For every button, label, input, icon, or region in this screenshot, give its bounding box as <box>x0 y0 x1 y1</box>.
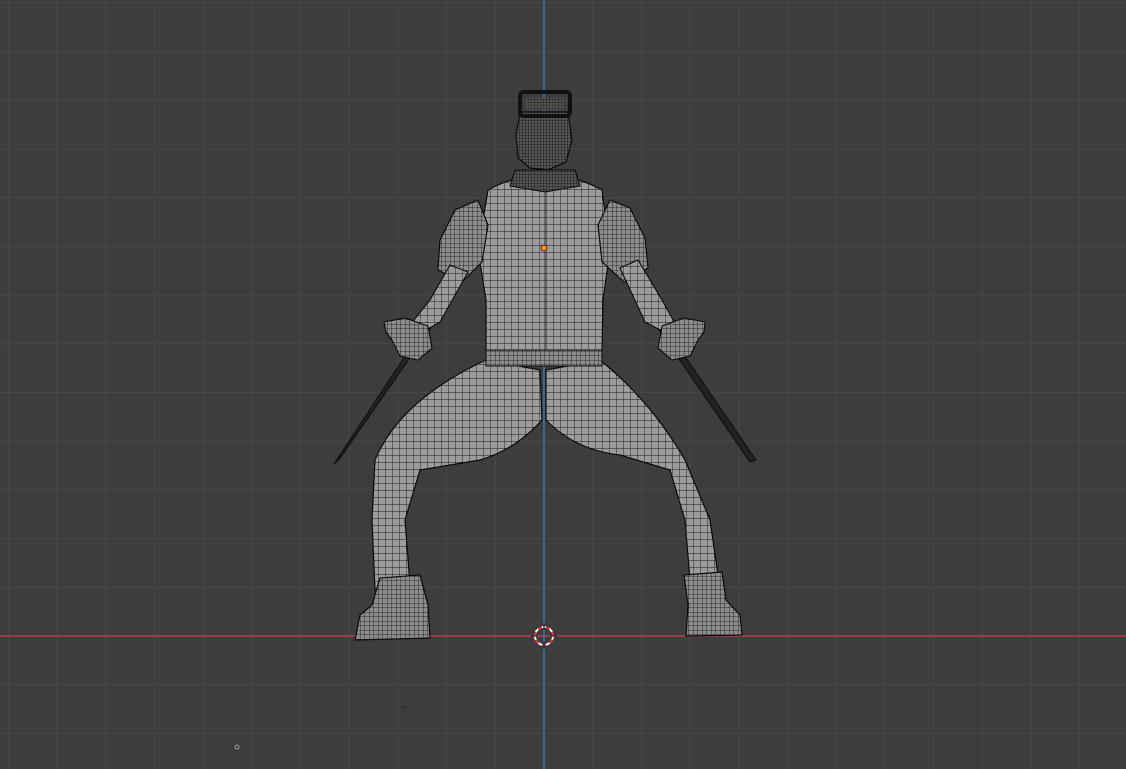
object-origin-marker[interactable] <box>540 244 548 252</box>
character-mesh[interactable] <box>333 90 757 641</box>
stray-vertex <box>234 744 240 750</box>
belt[interactable] <box>485 349 603 367</box>
right-boot[interactable] <box>683 571 743 637</box>
right-arm[interactable] <box>619 259 677 335</box>
head[interactable] <box>515 111 573 171</box>
3d-viewport[interactable] <box>0 0 1126 769</box>
torso[interactable] <box>477 174 611 358</box>
left-boot[interactable] <box>354 574 431 641</box>
head-top-inner <box>526 98 564 110</box>
viewport-canvas[interactable] <box>0 0 1126 769</box>
